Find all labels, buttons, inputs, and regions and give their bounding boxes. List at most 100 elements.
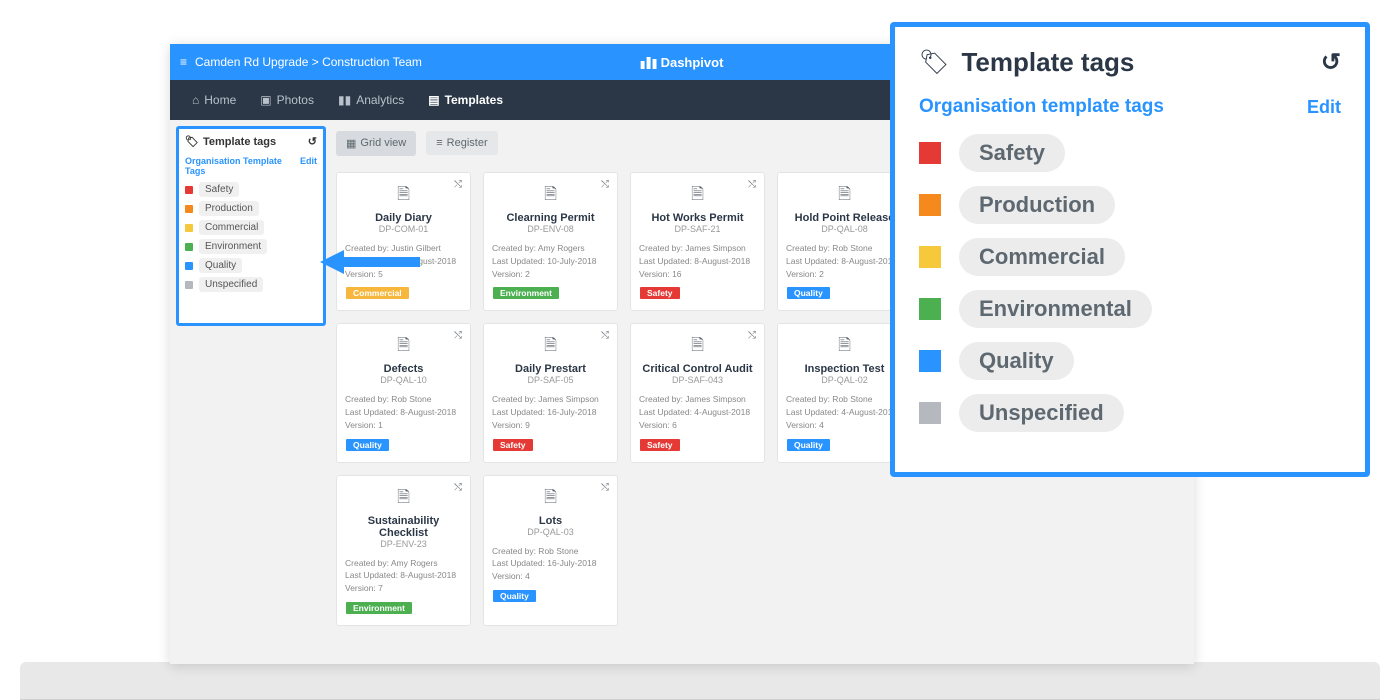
shuffle-icon[interactable]: ⤭ <box>601 482 609 493</box>
callout-arrow <box>320 248 420 276</box>
tag-row[interactable]: Safety <box>185 182 317 197</box>
tag-label: Unspecified <box>959 394 1124 432</box>
card-meta: Created by: Rob StoneLast Updated: 8-Aug… <box>345 393 462 431</box>
color-swatch <box>185 205 193 213</box>
menu-icon[interactable]: ≡ <box>180 55 187 69</box>
template-card[interactable]: ⤭🗎Daily DiaryDP-COM-01Created by: Justin… <box>336 172 471 311</box>
tag-row[interactable]: Commercial <box>185 220 317 235</box>
callout-title: Template tags <box>961 47 1134 78</box>
panel-title: Template tags <box>203 136 276 148</box>
tag-row[interactable]: Safety <box>919 134 1341 172</box>
edit-link-small[interactable]: Edit <box>300 156 317 176</box>
card-code: DP-SAF-21 <box>639 224 756 234</box>
tag-label: Commercial <box>199 220 264 235</box>
tag-row[interactable]: Quality <box>185 258 317 273</box>
card-meta: Created by: James SimpsonLast Updated: 4… <box>639 393 756 431</box>
card-meta: Created by: Amy RogersLast Updated: 10-J… <box>492 242 609 280</box>
shuffle-icon[interactable]: ⤭ <box>748 179 756 190</box>
tag-label: Safety <box>199 182 239 197</box>
card-meta: Created by: Rob StoneLast Updated: 8-Aug… <box>786 242 903 280</box>
card-meta: Created by: Amy RogersLast Updated: 8-Au… <box>345 557 462 595</box>
color-swatch <box>185 186 193 194</box>
file-icon: 🗎 <box>345 183 462 210</box>
nav-photos[interactable]: ▣Photos <box>248 80 326 120</box>
tag-label: Environment <box>199 239 267 254</box>
color-swatch <box>185 281 193 289</box>
shuffle-icon[interactable]: ⤭ <box>748 330 756 341</box>
tag-badge: Quality <box>786 438 831 452</box>
tag-row[interactable]: Environment <box>185 239 317 254</box>
tag-label: Commercial <box>959 238 1125 276</box>
nav-templates[interactable]: ▤Templates <box>416 80 515 120</box>
tag-row[interactable]: Production <box>185 201 317 216</box>
template-card[interactable]: ⤭🗎LotsDP-QAL-03Created by: Rob StoneLast… <box>483 475 618 626</box>
card-title: Defects <box>345 363 462 375</box>
file-icon: 🗎 <box>639 183 756 210</box>
tag-row[interactable]: Unspecified <box>185 277 317 292</box>
grid-view-button[interactable]: ▦Grid view <box>336 131 416 156</box>
register-button[interactable]: ≡Register <box>426 131 497 155</box>
tag-label: Production <box>959 186 1115 224</box>
nav-home[interactable]: ⌂Home <box>180 80 248 120</box>
color-swatch <box>185 243 193 251</box>
org-tags-label: Organisation Template Tags <box>185 156 300 176</box>
tag-label: Unspecified <box>199 277 263 292</box>
home-icon: ⌂ <box>192 93 199 107</box>
tag-row[interactable]: Commercial <box>919 238 1341 276</box>
shuffle-icon[interactable]: ⤭ <box>454 330 462 341</box>
edit-link-large[interactable]: Edit <box>1307 97 1341 118</box>
card-meta: Created by: Rob StoneLast Updated: 16-Ju… <box>492 545 609 583</box>
shuffle-icon[interactable]: ⤭ <box>454 179 462 190</box>
brand: Dashpivot <box>641 55 724 70</box>
tag-row[interactable]: Production <box>919 186 1341 224</box>
template-card[interactable]: ⤭🗎Clearning PermitDP-ENV-08Created by: A… <box>483 172 618 311</box>
file-icon: 🗎 <box>786 334 903 361</box>
tag-icon: 🏷 <box>185 135 199 148</box>
color-swatch <box>919 350 941 372</box>
nav-analytics[interactable]: ▮▮Analytics <box>326 80 416 120</box>
card-code: DP-QAL-08 <box>786 224 903 234</box>
tag-badge: Quality <box>345 438 390 452</box>
tag-label: Quality <box>959 342 1074 380</box>
card-title: Hot Works Permit <box>639 212 756 224</box>
card-title: Sustainability Checklist <box>345 515 462 539</box>
shuffle-icon[interactable]: ⤭ <box>601 330 609 341</box>
tag-badge: Quality <box>492 589 537 603</box>
file-icon: 🗎 <box>786 183 903 210</box>
shuffle-icon[interactable]: ⤭ <box>454 482 462 493</box>
card-title: Lots <box>492 515 609 527</box>
file-icon: 🗎 <box>345 334 462 361</box>
tag-badge: Quality <box>786 286 831 300</box>
card-code: DP-ENV-23 <box>345 539 462 549</box>
tag-label: Production <box>199 201 259 216</box>
shuffle-icon[interactable]: ⤭ <box>601 179 609 190</box>
file-icon: 🗎 <box>345 486 462 513</box>
breadcrumb[interactable]: Camden Rd Upgrade > Construction Team <box>195 55 422 69</box>
template-card[interactable]: ⤭🗎Critical Control AuditDP-SAF-043Create… <box>630 323 765 462</box>
tag-label: Environmental <box>959 290 1152 328</box>
tag-row[interactable]: Quality <box>919 342 1341 380</box>
undo-icon[interactable]: ↺ <box>1321 48 1341 77</box>
template-card[interactable]: ⤭🗎DefectsDP-QAL-10Created by: Rob StoneL… <box>336 323 471 462</box>
color-swatch <box>185 224 193 232</box>
color-swatch <box>919 142 941 164</box>
tag-badge: Safety <box>639 286 681 300</box>
template-tags-panel-small: 🏷 Template tags ↺ Organisation Template … <box>176 126 326 326</box>
card-title: Hold Point Release <box>786 212 903 224</box>
color-swatch <box>185 262 193 270</box>
undo-icon[interactable]: ↺ <box>308 135 317 148</box>
template-card[interactable]: ⤭🗎Hot Works PermitDP-SAF-21Created by: J… <box>630 172 765 311</box>
card-code: DP-COM-01 <box>345 224 462 234</box>
template-card[interactable]: ⤭🗎Sustainability ChecklistDP-ENV-23 Creat… <box>336 475 471 626</box>
card-title: Daily Prestart <box>492 363 609 375</box>
file-icon: 🗎 <box>492 486 609 513</box>
template-tags-panel-large: 🏷 Template tags ↺ Organisation template … <box>890 22 1370 477</box>
tag-row[interactable]: Environmental <box>919 290 1341 328</box>
color-swatch <box>919 246 941 268</box>
color-swatch <box>919 298 941 320</box>
tag-row[interactable]: Unspecified <box>919 394 1341 432</box>
tag-label: Quality <box>199 258 242 273</box>
card-meta: Created by: Rob StoneLast Updated: 4-Aug… <box>786 393 903 431</box>
template-card[interactable]: ⤭🗎Daily PrestartDP-SAF-05Created by: Jam… <box>483 323 618 462</box>
color-swatch <box>919 194 941 216</box>
